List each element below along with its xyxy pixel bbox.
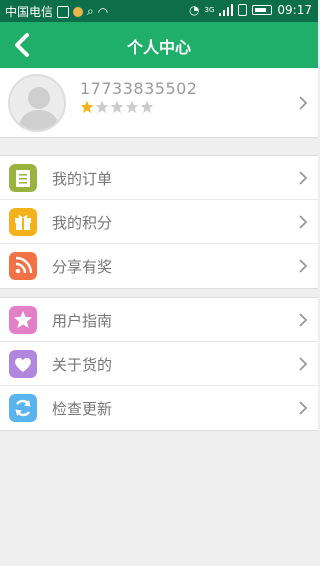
menu-item-label: 检查更新	[52, 400, 113, 418]
search-icon: ⌕	[87, 4, 94, 18]
menu-item-check-update[interactable]: 检查更新	[0, 386, 318, 430]
user-phone-number: 17733835502	[80, 79, 198, 98]
status-bar: 中国电信 ⌕ ◠ ◔ 3G 09:17	[0, 0, 318, 22]
default-avatar-icon	[18, 87, 60, 130]
page-title: 个人中心	[126, 38, 191, 57]
menu-item-my-orders[interactable]: 我的订单	[0, 156, 318, 200]
star-empty-icon	[140, 100, 154, 113]
user-rating	[80, 100, 154, 114]
battery-icon	[252, 5, 273, 15]
chevron-right-icon	[299, 95, 308, 110]
notepad-icon	[9, 164, 37, 192]
chevron-right-icon	[299, 401, 308, 415]
wifi-icon: ◔	[189, 3, 200, 17]
menu-item-about[interactable]: 关于货的	[0, 342, 318, 386]
signal-icon	[219, 4, 234, 16]
menu-item-label: 我的积分	[52, 214, 113, 232]
star-empty-icon	[95, 100, 109, 113]
star-empty-icon	[110, 100, 124, 113]
menu-item-user-guide[interactable]: 用户指南	[0, 298, 318, 342]
chevron-right-icon	[299, 259, 308, 273]
status-time: 09:17	[277, 3, 312, 17]
chevron-right-icon	[299, 170, 308, 185]
menu-item-label: 我的订单	[52, 170, 113, 188]
star-icon	[9, 306, 37, 334]
menu-group-app: 用户指南 关于货的 检查更新	[0, 297, 318, 431]
menu-item-share-reward[interactable]: 分享有奖	[0, 244, 318, 288]
app-notification-icon	[73, 6, 84, 17]
refresh-icon	[9, 394, 37, 422]
menu-item-label: 关于货的	[52, 356, 113, 374]
menu-item-my-points[interactable]: 我的积分	[0, 200, 318, 244]
carrier-label: 中国电信	[5, 5, 54, 19]
android-icon: ◠	[97, 4, 109, 19]
star-filled-icon	[80, 100, 94, 113]
star-empty-icon	[125, 100, 139, 113]
chevron-right-icon	[299, 312, 308, 327]
network-type-label: 3G	[204, 5, 215, 14]
chevron-right-icon	[299, 214, 308, 229]
menu-item-label: 用户指南	[52, 312, 113, 330]
menu-group-account: 我的订单 我的积分 分享有奖	[0, 155, 318, 289]
title-bar: 个人中心	[0, 22, 318, 68]
heart-icon	[9, 350, 37, 378]
avatar[interactable]	[8, 74, 66, 132]
sim-icon	[57, 5, 70, 18]
menu-item-label: 分享有奖	[52, 258, 113, 276]
profile-card[interactable]: 17733835502	[0, 68, 318, 138]
chevron-right-icon	[299, 356, 308, 371]
rss-icon	[9, 252, 37, 280]
sim-card-icon	[238, 4, 248, 16]
gift-icon	[9, 208, 37, 236]
